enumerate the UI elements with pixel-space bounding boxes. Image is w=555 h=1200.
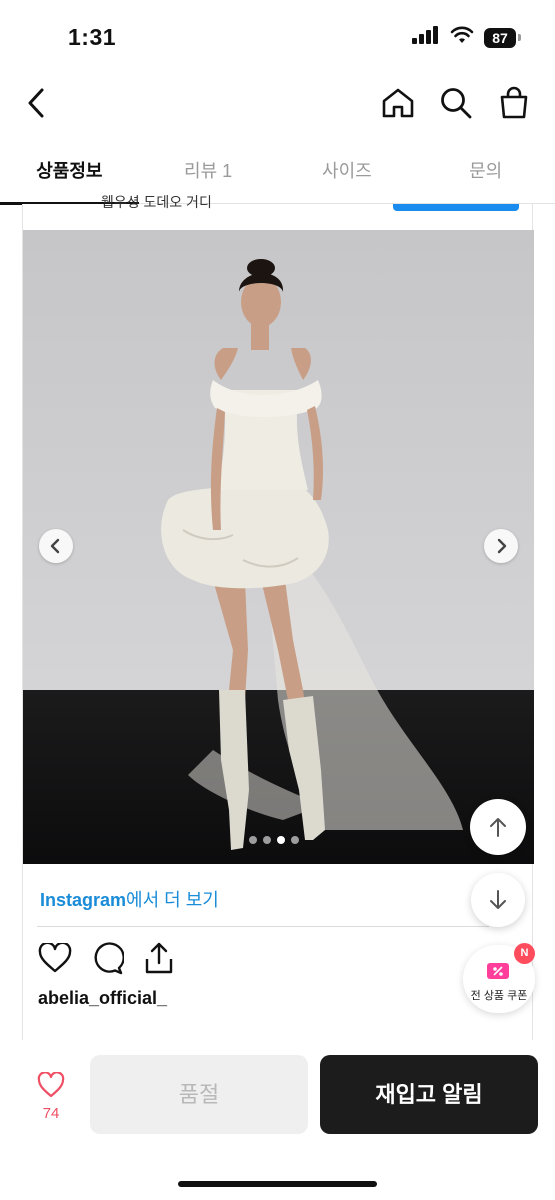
cellular-signal-icon	[412, 26, 440, 49]
chevron-left-icon	[50, 538, 60, 554]
wishlist-count: 74	[42, 1105, 60, 1122]
view-more-on-instagram-link[interactable]: Instagram에서 더 보기	[40, 886, 219, 912]
product-photo[interactable]	[23, 230, 534, 864]
wifi-icon	[450, 26, 474, 49]
soldout-button[interactable]: 품절	[90, 1055, 308, 1134]
share-button[interactable]	[141, 940, 177, 976]
nav-bar	[0, 72, 555, 134]
arrow-down-icon	[490, 890, 506, 909]
battery-icon: 87	[484, 27, 521, 48]
embed-follow-button[interactable]	[393, 204, 519, 211]
coupon-label: 전 상품 쿠폰	[470, 990, 528, 1002]
status-bar: 1:31 87	[0, 0, 555, 72]
carousel-next-button[interactable]	[484, 529, 518, 563]
carousel-dot-active[interactable]	[277, 836, 285, 844]
carousel-dots	[249, 836, 299, 844]
chevron-left-icon	[28, 88, 44, 118]
comment-icon	[94, 942, 124, 975]
instagram-link-rest: 에서 더 보기	[126, 890, 219, 910]
carousel-dot[interactable]	[263, 836, 271, 844]
product-tabs: 상품정보 리뷰 1 사이즈 문의	[0, 142, 555, 205]
chevron-right-icon	[497, 538, 507, 554]
status-icons: 87	[412, 26, 521, 49]
home-indicator	[178, 1181, 377, 1187]
comment-button[interactable]	[89, 940, 125, 976]
shopping-bag-icon	[500, 86, 528, 119]
tab-inquiry[interactable]: 문의	[416, 142, 555, 203]
carousel-dot[interactable]	[291, 836, 299, 844]
tab-size[interactable]: 사이즈	[278, 142, 417, 203]
coupon-button[interactable]: 전 상품 쿠폰 N	[463, 943, 535, 1013]
embed-divider	[37, 926, 489, 927]
instagram-username[interactable]: abelia_official_	[38, 988, 167, 1009]
coupon-icon	[487, 963, 509, 979]
battery-level: 87	[484, 27, 516, 48]
nav-actions	[379, 80, 533, 126]
heart-icon	[38, 943, 72, 973]
back-button[interactable]	[18, 80, 54, 126]
home-icon	[382, 88, 414, 118]
wishlist-button[interactable]: 74	[30, 1071, 72, 1122]
embed-actions	[37, 940, 177, 976]
model-photo-illustration	[23, 230, 534, 864]
home-button[interactable]	[379, 80, 417, 126]
status-time: 1:31	[68, 24, 117, 50]
cart-button[interactable]	[495, 80, 533, 126]
scroll-bottom-button[interactable]	[471, 873, 525, 927]
restock-alert-button[interactable]: 재입고 알림	[320, 1055, 538, 1134]
search-button[interactable]	[437, 80, 475, 126]
carousel-dot[interactable]	[249, 836, 257, 844]
like-post-button[interactable]	[37, 940, 73, 976]
new-badge: N	[514, 943, 535, 964]
search-icon	[441, 88, 472, 119]
heart-icon	[37, 1071, 65, 1098]
carousel-prev-button[interactable]	[39, 529, 73, 563]
bottom-action-bar: 74 품절 재입고 알림	[0, 1040, 555, 1200]
scroll-top-button[interactable]	[470, 799, 526, 855]
instagram-brand-text: Instagram	[40, 890, 127, 910]
share-icon	[145, 942, 173, 974]
embed-header-text: 웹우셩 도데오 거디	[101, 194, 212, 210]
arrow-up-icon	[490, 818, 506, 837]
instagram-embed: 웹우셩 도데오 거디 Instagram에서 더 보기 abelia_offic…	[22, 194, 534, 1040]
